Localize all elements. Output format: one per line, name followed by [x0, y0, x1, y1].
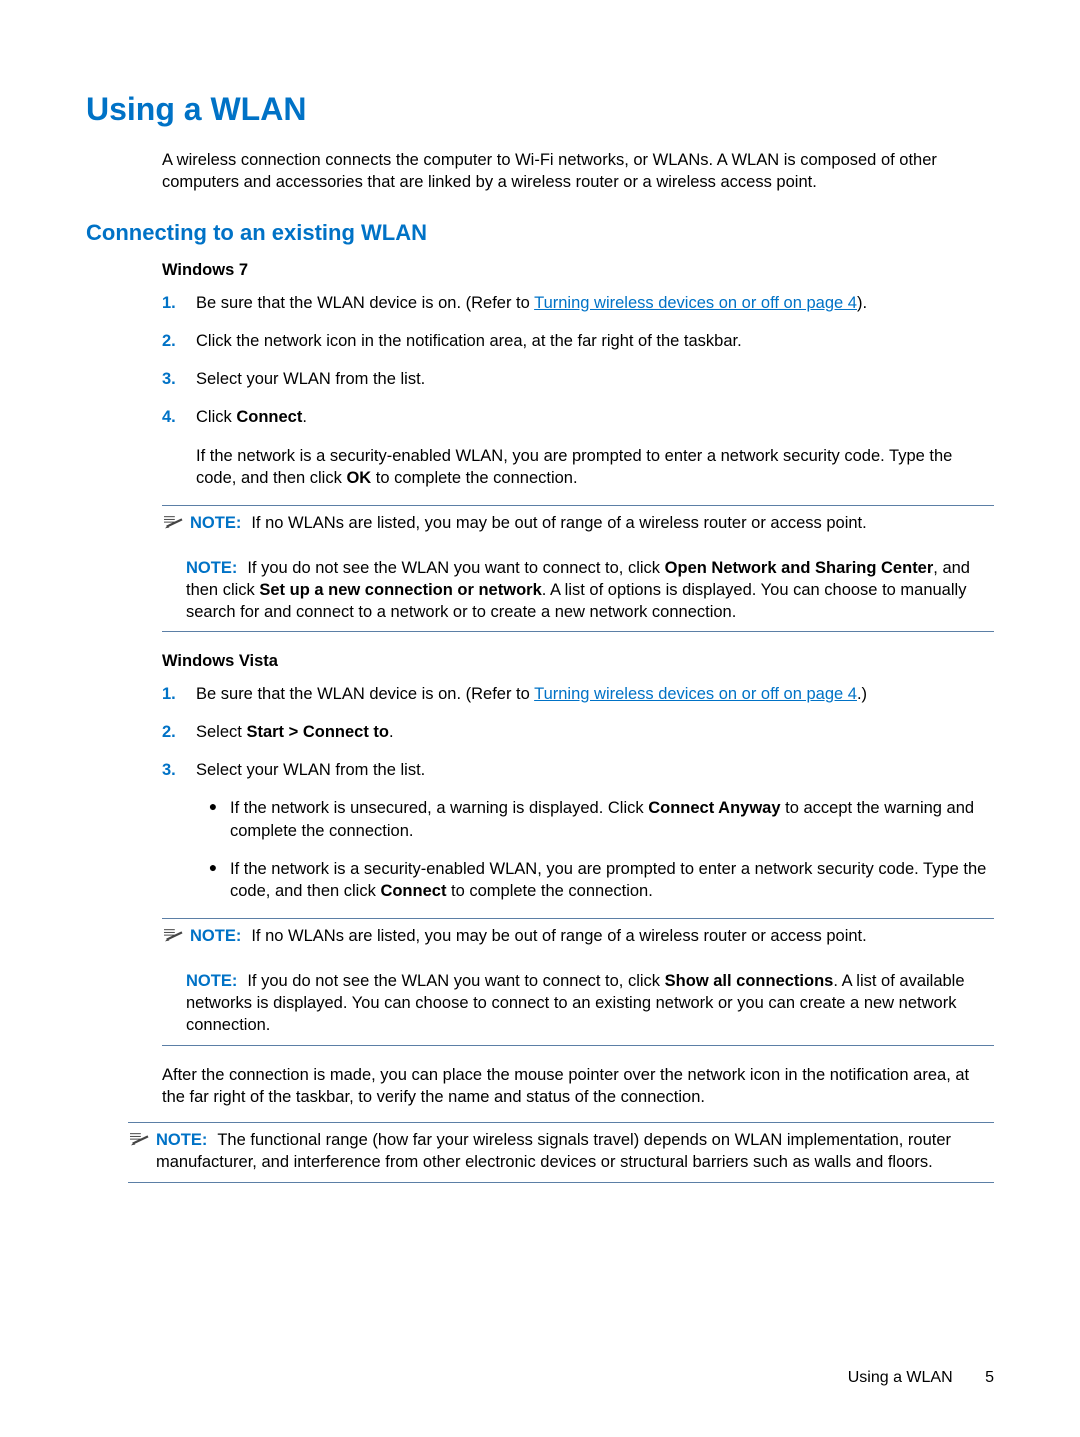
bullet-dot: ●	[196, 858, 230, 903]
note-icon	[162, 514, 186, 538]
note-row: NOTE: If no WLANs are listed, you may be …	[162, 512, 994, 538]
note-text: NOTE: If no WLANs are listed, you may be …	[190, 512, 994, 534]
text: Be sure that the WLAN device is on. (Ref…	[196, 685, 534, 703]
note-paragraph: NOTE: If you do not see the WLAN you want…	[186, 970, 994, 1037]
heading-connecting: Connecting to an existing WLAN	[86, 218, 994, 248]
text: .	[302, 408, 307, 426]
list-number: 1.	[162, 683, 196, 705]
intro-paragraph: A wireless connection connects the compu…	[162, 149, 994, 194]
text: If the network is unsecured, a warning i…	[230, 799, 648, 817]
list-number: 4.	[162, 406, 196, 428]
bold-set-up-connection: Set up a new connection or network	[259, 581, 541, 599]
win7-step-1: 1. Be sure that the WLAN device is on. (…	[162, 292, 994, 314]
text: If no WLANs are listed, you may be out o…	[251, 514, 866, 532]
bold-connect-anyway: Connect Anyway	[648, 799, 780, 817]
vista-step-3: 3. Select your WLAN from the list.	[162, 759, 994, 781]
note-text: NOTE: If no WLANs are listed, you may be …	[190, 925, 994, 947]
list-number: 1.	[162, 292, 196, 314]
step-text: Select your WLAN from the list.	[196, 368, 994, 390]
bullet-text: If the network is a security-enabled WLA…	[230, 858, 994, 903]
list-number: 2.	[162, 330, 196, 352]
step-text: Be sure that the WLAN device is on. (Ref…	[196, 292, 994, 314]
step-text: Select Start > Connect to.	[196, 721, 994, 743]
win7-step-4-continuation: If the network is a security-enabled WLA…	[196, 445, 994, 490]
step-text: Select your WLAN from the list.	[196, 759, 994, 781]
page-number: 5	[985, 1369, 994, 1386]
text: Be sure that the WLAN device is on. (Ref…	[196, 294, 534, 312]
text: If you do not see the WLAN you want to c…	[247, 559, 664, 577]
text: .	[389, 723, 394, 741]
text: ).	[857, 294, 867, 312]
note-icon	[128, 1131, 152, 1155]
note-label: NOTE:	[186, 559, 237, 577]
bullet-dot: ●	[196, 797, 230, 842]
text: to complete the connection.	[371, 469, 577, 487]
text: to complete the connection.	[446, 882, 652, 900]
note-text: NOTE:The functional range (how far your …	[156, 1129, 994, 1174]
win7-step-3: 3. Select your WLAN from the list.	[162, 368, 994, 390]
text: Select	[196, 723, 246, 741]
bold-show-all-connections: Show all connections	[665, 972, 834, 990]
page-footer: Using a WLAN 5	[848, 1367, 994, 1389]
win7-step-2: 2. Click the network icon in the notific…	[162, 330, 994, 352]
footer-title: Using a WLAN	[848, 1369, 953, 1386]
step-text: Click Connect.	[196, 406, 994, 428]
text: Click	[196, 408, 236, 426]
vista-step-1: 1. Be sure that the WLAN device is on. (…	[162, 683, 994, 705]
subheading-windows-7: Windows 7	[162, 259, 994, 281]
bold-connect: Connect	[236, 408, 302, 426]
note-row: NOTE:The functional range (how far your …	[128, 1129, 994, 1174]
bold-open-network: Open Network and Sharing Center	[665, 559, 934, 577]
after-connection-paragraph: After the connection is made, you can pl…	[162, 1064, 994, 1109]
bold-start-connect-to: Start > Connect to	[246, 723, 389, 741]
win7-note-block: NOTE: If no WLANs are listed, you may be …	[162, 505, 994, 632]
link-turning-wireless[interactable]: Turning wireless devices on or off on pa…	[534, 294, 857, 312]
bold-connect: Connect	[380, 882, 446, 900]
list-number: 3.	[162, 759, 196, 781]
bold-ok: OK	[346, 469, 371, 487]
text: .)	[857, 685, 867, 703]
win7-step-4: 4. Click Connect.	[162, 406, 994, 428]
text: If no WLANs are listed, you may be out o…	[251, 927, 866, 945]
subheading-windows-vista: Windows Vista	[162, 650, 994, 672]
note-paragraph: NOTE: If you do not see the WLAN you want…	[186, 557, 994, 624]
step-text: Be sure that the WLAN device is on. (Ref…	[196, 683, 994, 705]
note-label: NOTE:	[156, 1131, 207, 1149]
vista-bullet-2: ● If the network is a security-enabled W…	[196, 858, 994, 903]
heading-using-a-wlan: Using a WLAN	[86, 88, 994, 131]
step-text: Click the network icon in the notificati…	[196, 330, 994, 352]
vista-note-block: NOTE: If no WLANs are listed, you may be …	[162, 918, 994, 1045]
note-label: NOTE:	[190, 514, 241, 532]
link-turning-wireless[interactable]: Turning wireless devices on or off on pa…	[534, 685, 857, 703]
text: The functional range (how far your wirel…	[156, 1131, 951, 1171]
note-label: NOTE:	[190, 927, 241, 945]
note-icon	[162, 927, 186, 951]
note-label: NOTE:	[186, 972, 237, 990]
text: If you do not see the WLAN you want to c…	[247, 972, 664, 990]
list-number: 3.	[162, 368, 196, 390]
list-number: 2.	[162, 721, 196, 743]
vista-step-2: 2. Select Start > Connect to.	[162, 721, 994, 743]
final-note-block: NOTE:The functional range (how far your …	[128, 1122, 994, 1183]
vista-bullet-1: ● If the network is unsecured, a warning…	[196, 797, 994, 842]
note-row: NOTE: If no WLANs are listed, you may be …	[162, 925, 994, 951]
page: Using a WLAN A wireless connection conne…	[0, 0, 1080, 1437]
bullet-text: If the network is unsecured, a warning i…	[230, 797, 994, 842]
